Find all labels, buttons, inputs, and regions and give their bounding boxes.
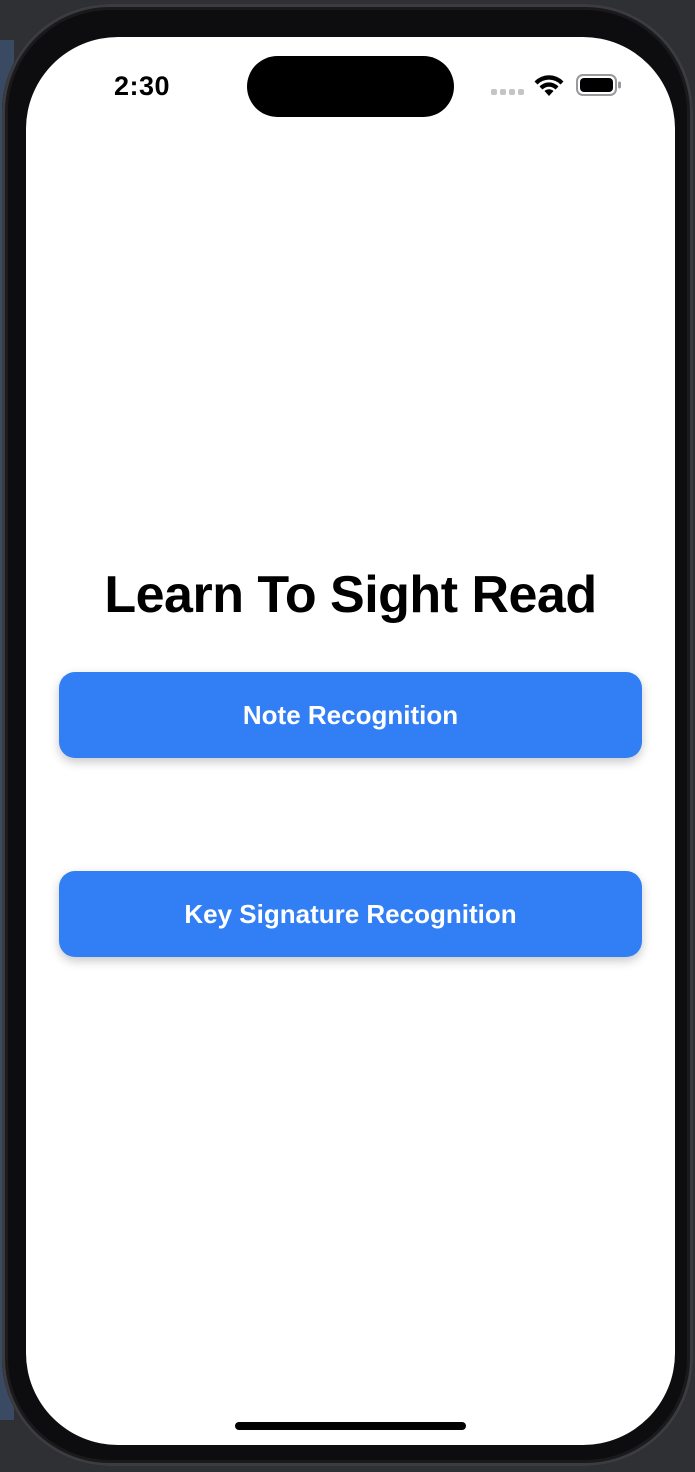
key-signature-recognition-button[interactable]: Key Signature Recognition [59, 871, 642, 957]
note-recognition-button[interactable]: Note Recognition [59, 672, 642, 758]
page-title: Learn To Sight Read [104, 566, 597, 624]
battery-icon [576, 74, 621, 96]
dynamic-island [247, 56, 454, 117]
phone-screen: 2:30 Learn To Sight Read Note Recognitio… [26, 37, 675, 1445]
status-time: 2:30 [114, 71, 171, 101]
key-signature-recognition-label: Key Signature Recognition [184, 898, 517, 929]
note-recognition-label: Note Recognition [242, 699, 459, 730]
phone-frame: 2:30 Learn To Sight Read Note Recognitio… [2, 4, 693, 1466]
wifi-icon [534, 75, 564, 96]
cellular-signal-icon [491, 89, 525, 97]
home-indicator[interactable] [235, 1422, 466, 1430]
status-bar: 2:30 [26, 37, 675, 137]
